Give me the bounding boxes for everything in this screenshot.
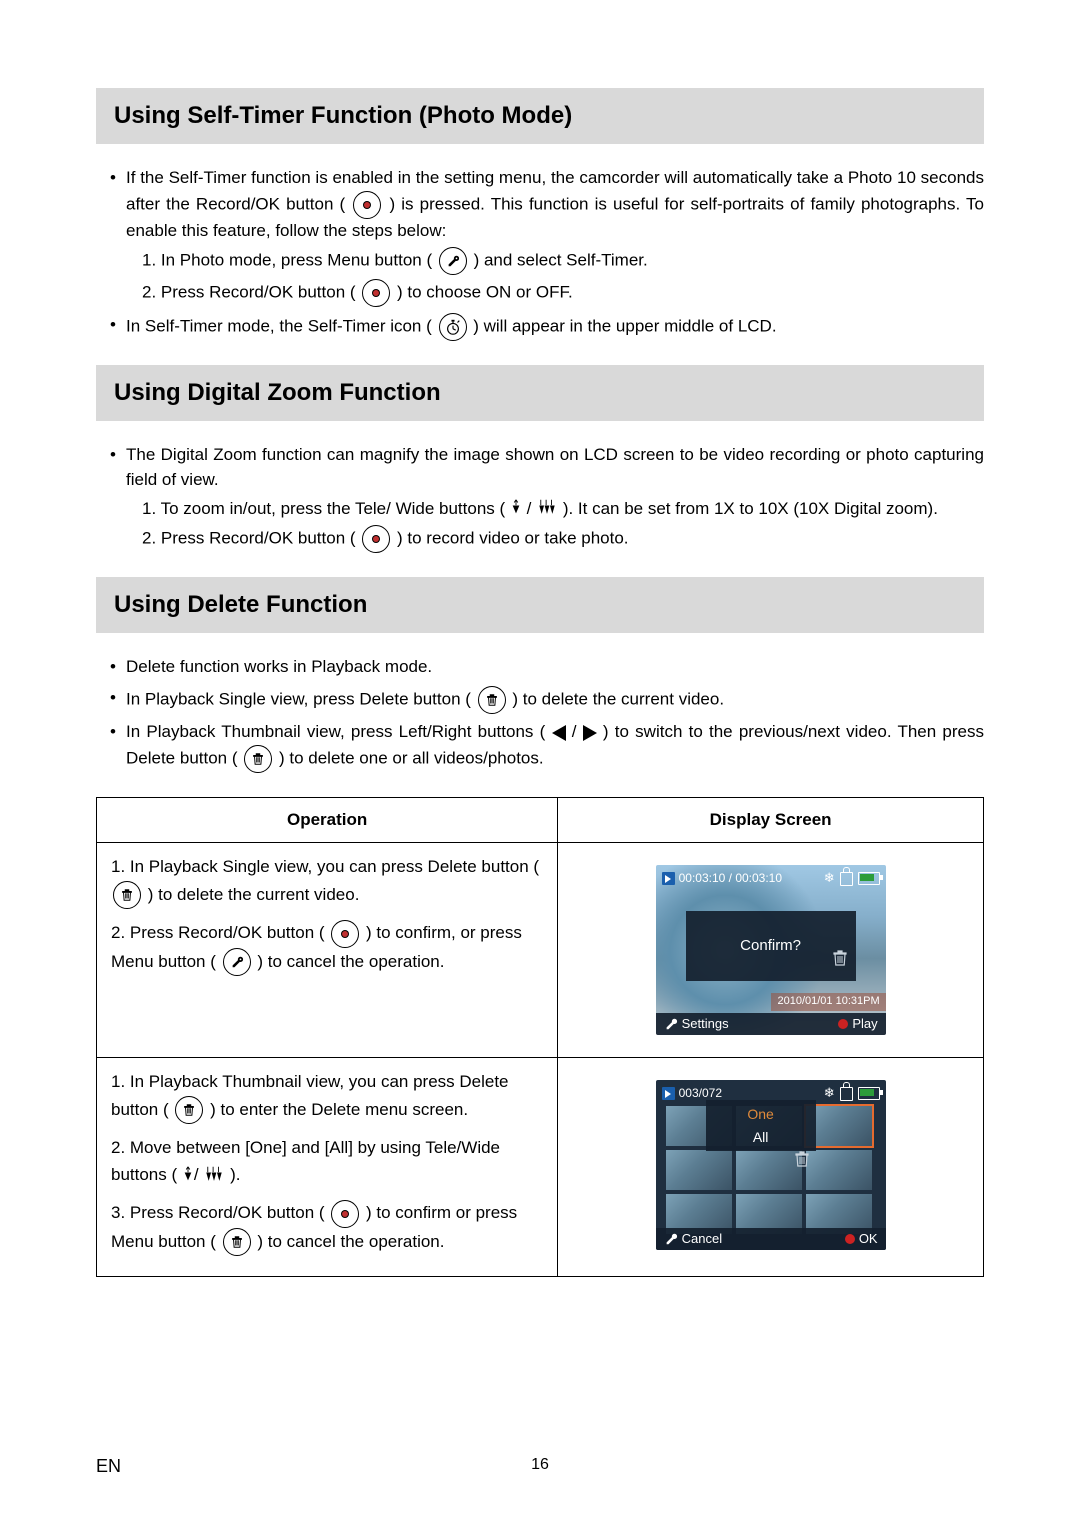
list-item: 2. Press Record/OK button ( ) to choose … bbox=[142, 279, 984, 307]
delete-bullet-2: In Playback Single view, press Delete bu… bbox=[110, 686, 984, 714]
lcd-time: 00:03:10 / 00:03:10 bbox=[679, 870, 782, 887]
snowflake-icon: ❄ bbox=[824, 869, 835, 888]
text: ) to enter the Delete menu screen. bbox=[210, 1100, 468, 1119]
lcd-ok-label: OK bbox=[859, 1230, 878, 1249]
operation-table: Operation Display Screen 1. In Playback … bbox=[96, 797, 984, 1278]
menu-wrench-icon bbox=[223, 948, 251, 976]
text: ) to delete the current video. bbox=[148, 885, 360, 904]
text: ) to cancel the operation. bbox=[257, 1232, 444, 1251]
text: 3. Press Record/OK button ( bbox=[111, 1203, 329, 1222]
trash-icon bbox=[832, 949, 848, 974]
zoom-bullet: The Digital Zoom function can magnify th… bbox=[110, 443, 984, 553]
delete-bullet-3: In Playback Thumbnail view, press Left/R… bbox=[110, 720, 984, 773]
section-title-zoom: Using Digital Zoom Function bbox=[96, 365, 984, 421]
text: ). It can be set from 1X to 10X (10X Dig… bbox=[563, 499, 938, 518]
table-row: 1. In Playback Single view, you can pres… bbox=[97, 843, 984, 1058]
lcd-cancel-label: Cancel bbox=[682, 1230, 722, 1249]
text: ) to delete the current video. bbox=[512, 690, 724, 709]
list-item: 1. To zoom in/out, press the Tele/ Wide … bbox=[142, 497, 984, 522]
list-item: 2. Press Record/OK button ( ) to record … bbox=[142, 525, 984, 553]
battery-icon bbox=[858, 1087, 880, 1100]
footer-lang: EN bbox=[96, 1456, 121, 1477]
delete-trash-icon bbox=[223, 1228, 251, 1256]
menu-wrench-icon bbox=[439, 247, 467, 275]
list-item: 2. Press Record/OK button ( ) to confirm… bbox=[111, 919, 543, 976]
delete-trash-icon bbox=[175, 1096, 203, 1124]
battery-icon bbox=[858, 872, 880, 885]
record-ok-icon bbox=[331, 920, 359, 948]
tele-icon bbox=[182, 1162, 194, 1189]
text: 1. In Playback Single view, you can pres… bbox=[111, 857, 539, 876]
text: In Self-Timer mode, the Self-Timer icon … bbox=[126, 317, 437, 336]
lock-icon bbox=[840, 872, 853, 886]
wide-icon bbox=[203, 1162, 225, 1189]
list-item: 1. In Playback Thumbnail view, you can p… bbox=[111, 1068, 543, 1124]
record-ok-icon bbox=[353, 191, 381, 219]
table-row: 1. In Playback Thumbnail view, you can p… bbox=[97, 1058, 984, 1277]
selftimer-bullet-1: If the Self-Timer function is enabled in… bbox=[110, 166, 984, 307]
record-ok-icon bbox=[331, 1200, 359, 1228]
record-ok-icon bbox=[362, 525, 390, 553]
text: ) to record video or take photo. bbox=[397, 529, 629, 548]
lock-icon bbox=[840, 1087, 853, 1101]
menu-item-all: All bbox=[714, 1127, 808, 1147]
wrench-icon bbox=[664, 1017, 678, 1031]
lcd-screen-confirm: 00:03:10 / 00:03:10 ❄ Confirm? bbox=[656, 865, 886, 1035]
delete-bullet-1: Delete function works in Playback mode. bbox=[110, 655, 984, 680]
delete-trash-icon bbox=[244, 745, 272, 773]
tele-icon bbox=[510, 497, 522, 522]
text: 2. Move between [One] and [All] by using… bbox=[111, 1138, 500, 1184]
text: 2. Press Record/OK button ( bbox=[142, 283, 360, 302]
text: ) to choose ON or OFF. bbox=[397, 283, 573, 302]
text: ) and select Self-Timer. bbox=[474, 251, 648, 270]
text: 2. Press Record/OK button ( bbox=[111, 923, 329, 942]
text: In Playback Single view, press Delete bu… bbox=[126, 690, 476, 709]
list-item: 1. In Photo mode, press Menu button ( ) … bbox=[142, 247, 984, 275]
selftimer-bullet-2: In Self-Timer mode, the Self-Timer icon … bbox=[110, 313, 984, 341]
col-operation: Operation bbox=[97, 797, 558, 843]
right-arrow-icon bbox=[583, 725, 597, 741]
list-item: 2. Move between [One] and [All] by using… bbox=[111, 1134, 543, 1189]
text: 2. Press Record/OK button ( bbox=[142, 529, 360, 548]
text: ). bbox=[230, 1165, 240, 1184]
text: ) to delete one or all videos/photos. bbox=[279, 748, 544, 767]
record-dot-icon bbox=[838, 1019, 848, 1029]
footer-page-number: 16 bbox=[121, 1456, 959, 1477]
menu-item-one: One bbox=[714, 1104, 808, 1124]
delete-trash-icon bbox=[478, 686, 506, 714]
record-dot-icon bbox=[845, 1234, 855, 1244]
text: 1. In Photo mode, press Menu button ( bbox=[142, 251, 437, 270]
record-ok-icon bbox=[362, 279, 390, 307]
wide-icon bbox=[536, 497, 558, 522]
snowflake-icon: ❄ bbox=[824, 1084, 835, 1103]
lcd-screen-thumbnail: 003/072 ❄ One bbox=[656, 1080, 886, 1250]
text: In Playback Thumbnail view, press Left/R… bbox=[126, 722, 552, 741]
section-title-selftimer: Using Self-Timer Function (Photo Mode) bbox=[96, 88, 984, 144]
text: The Digital Zoom function can magnify th… bbox=[126, 445, 984, 489]
lcd-settings-label: Settings bbox=[682, 1015, 729, 1034]
left-arrow-icon bbox=[552, 725, 566, 741]
text: ) to cancel the operation. bbox=[257, 952, 444, 971]
confirm-label: Confirm? bbox=[740, 935, 801, 957]
list-item: 1. In Playback Single view, you can pres… bbox=[111, 853, 543, 909]
lcd-play-label: Play bbox=[852, 1015, 877, 1034]
lcd-date: 2010/01/01 10:31PM bbox=[771, 993, 885, 1011]
text: 1. To zoom in/out, press the Tele/ Wide … bbox=[142, 499, 510, 518]
delete-trash-icon bbox=[113, 881, 141, 909]
col-screen: Display Screen bbox=[558, 797, 984, 843]
trash-icon bbox=[794, 1150, 810, 1173]
section-title-delete: Using Delete Function bbox=[96, 577, 984, 633]
delete-menu-overlay: One All bbox=[706, 1100, 816, 1151]
selftimer-icon bbox=[439, 313, 467, 341]
play-icon bbox=[662, 1087, 675, 1100]
list-item: 3. Press Record/OK button ( ) to confirm… bbox=[111, 1199, 543, 1256]
text: ) will appear in the upper middle of LCD… bbox=[473, 317, 776, 336]
play-icon bbox=[662, 872, 675, 885]
wrench-icon bbox=[664, 1232, 678, 1246]
